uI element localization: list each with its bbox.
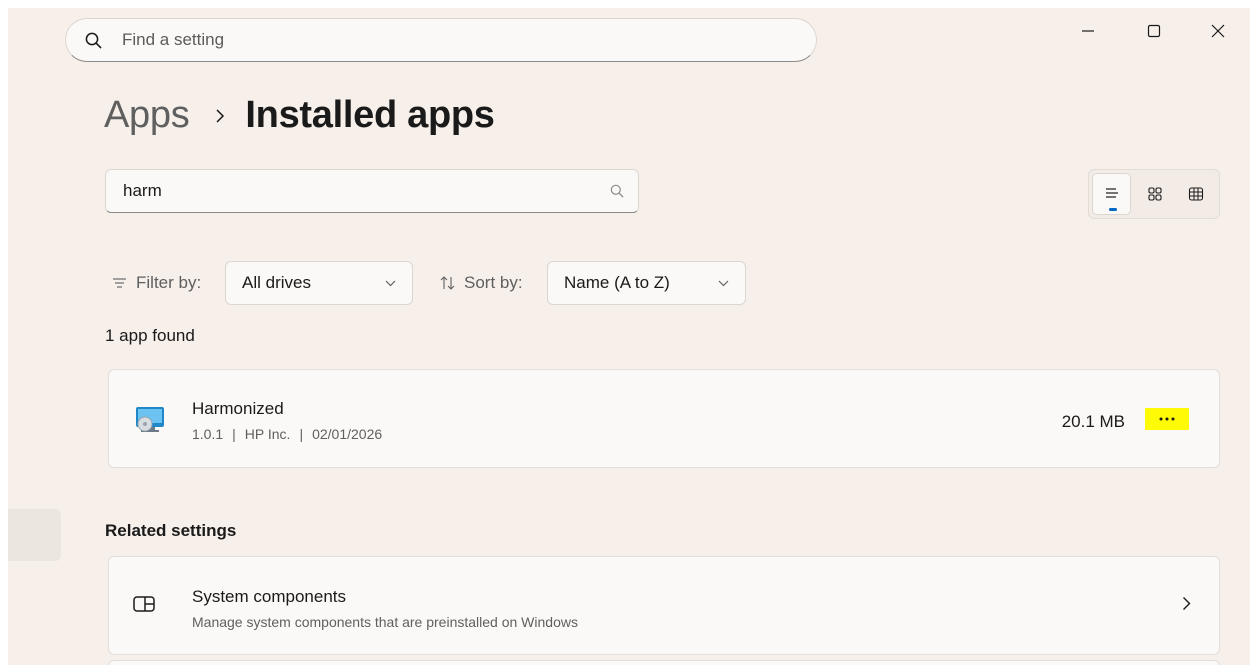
app-search-input[interactable] (121, 180, 585, 202)
separator: | (299, 426, 304, 442)
sort-label-text: Sort by: (464, 273, 523, 292)
tile-view-icon (1148, 187, 1162, 201)
filter-label: Filter by: (112, 273, 201, 293)
filter-value: All drives (242, 273, 311, 292)
more-options-button[interactable] (1145, 408, 1189, 430)
sort-value: Name (A to Z) (564, 273, 670, 292)
chevron-down-icon (385, 280, 396, 287)
related-settings-item[interactable] (108, 660, 1220, 665)
search-icon (610, 184, 624, 198)
tile-view-button[interactable] (1135, 173, 1174, 215)
filter-label-text: Filter by: (136, 273, 202, 292)
related-settings-heading: Related settings (105, 521, 237, 540)
results-count: 1 app found (105, 326, 195, 345)
more-options-icon (1159, 417, 1175, 421)
filter-icon (112, 277, 127, 289)
app-size: 20.1 MB (1061, 412, 1125, 431)
sort-icon (440, 276, 455, 290)
chevron-right-icon (215, 108, 225, 124)
grid-view-icon (1189, 187, 1204, 201)
sidebar-selected-item[interactable] (8, 509, 61, 561)
maximize-icon (1147, 24, 1161, 38)
close-icon (1211, 24, 1225, 38)
grid-view-button[interactable] (1177, 173, 1216, 215)
breadcrumb-apps[interactable]: Apps (104, 94, 190, 137)
app-install-date: 02/01/2026 (312, 426, 383, 442)
close-button[interactable] (1198, 16, 1238, 46)
app-details: 1.0.1 | HP Inc. | 02/01/2026 (192, 426, 382, 442)
app-publisher: HP Inc. (244, 426, 291, 442)
list-view-button[interactable] (1092, 173, 1132, 215)
system-components-description: Manage system components that are preins… (192, 614, 578, 630)
maximize-button[interactable] (1134, 16, 1174, 46)
sort-label: Sort by: (440, 273, 523, 293)
page-title: Installed apps (245, 94, 495, 136)
sort-dropdown[interactable]: Name (A to Z) (547, 261, 746, 305)
app-search-box[interactable] (105, 169, 639, 213)
system-components-item[interactable]: System components Manage system componen… (108, 556, 1220, 655)
separator: | (232, 426, 236, 442)
list-view-icon (1105, 188, 1118, 198)
find-setting-search-box[interactable] (65, 18, 817, 62)
minimize-button[interactable] (1068, 16, 1108, 46)
breadcrumb: Apps Installed apps (104, 94, 495, 137)
minimize-icon (1082, 30, 1094, 32)
app-name: Harmonized (192, 399, 284, 418)
filter-dropdown[interactable]: All drives (225, 261, 413, 305)
find-setting-input[interactable] (120, 29, 764, 51)
chevron-down-icon (718, 280, 729, 287)
harmonized-app-icon (133, 402, 167, 436)
view-toggle (1088, 169, 1220, 219)
system-components-icon (133, 595, 155, 613)
app-list-item: Harmonized 1.0.1 | HP Inc. | 02/01/2026 … (108, 369, 1220, 468)
system-components-title: System components (192, 587, 347, 606)
app-version: 1.0.1 (192, 426, 224, 442)
search-icon (84, 31, 102, 49)
settings-window: Apps Installed apps Filter by: All drive… (8, 8, 1250, 665)
chevron-right-icon (1182, 596, 1191, 611)
